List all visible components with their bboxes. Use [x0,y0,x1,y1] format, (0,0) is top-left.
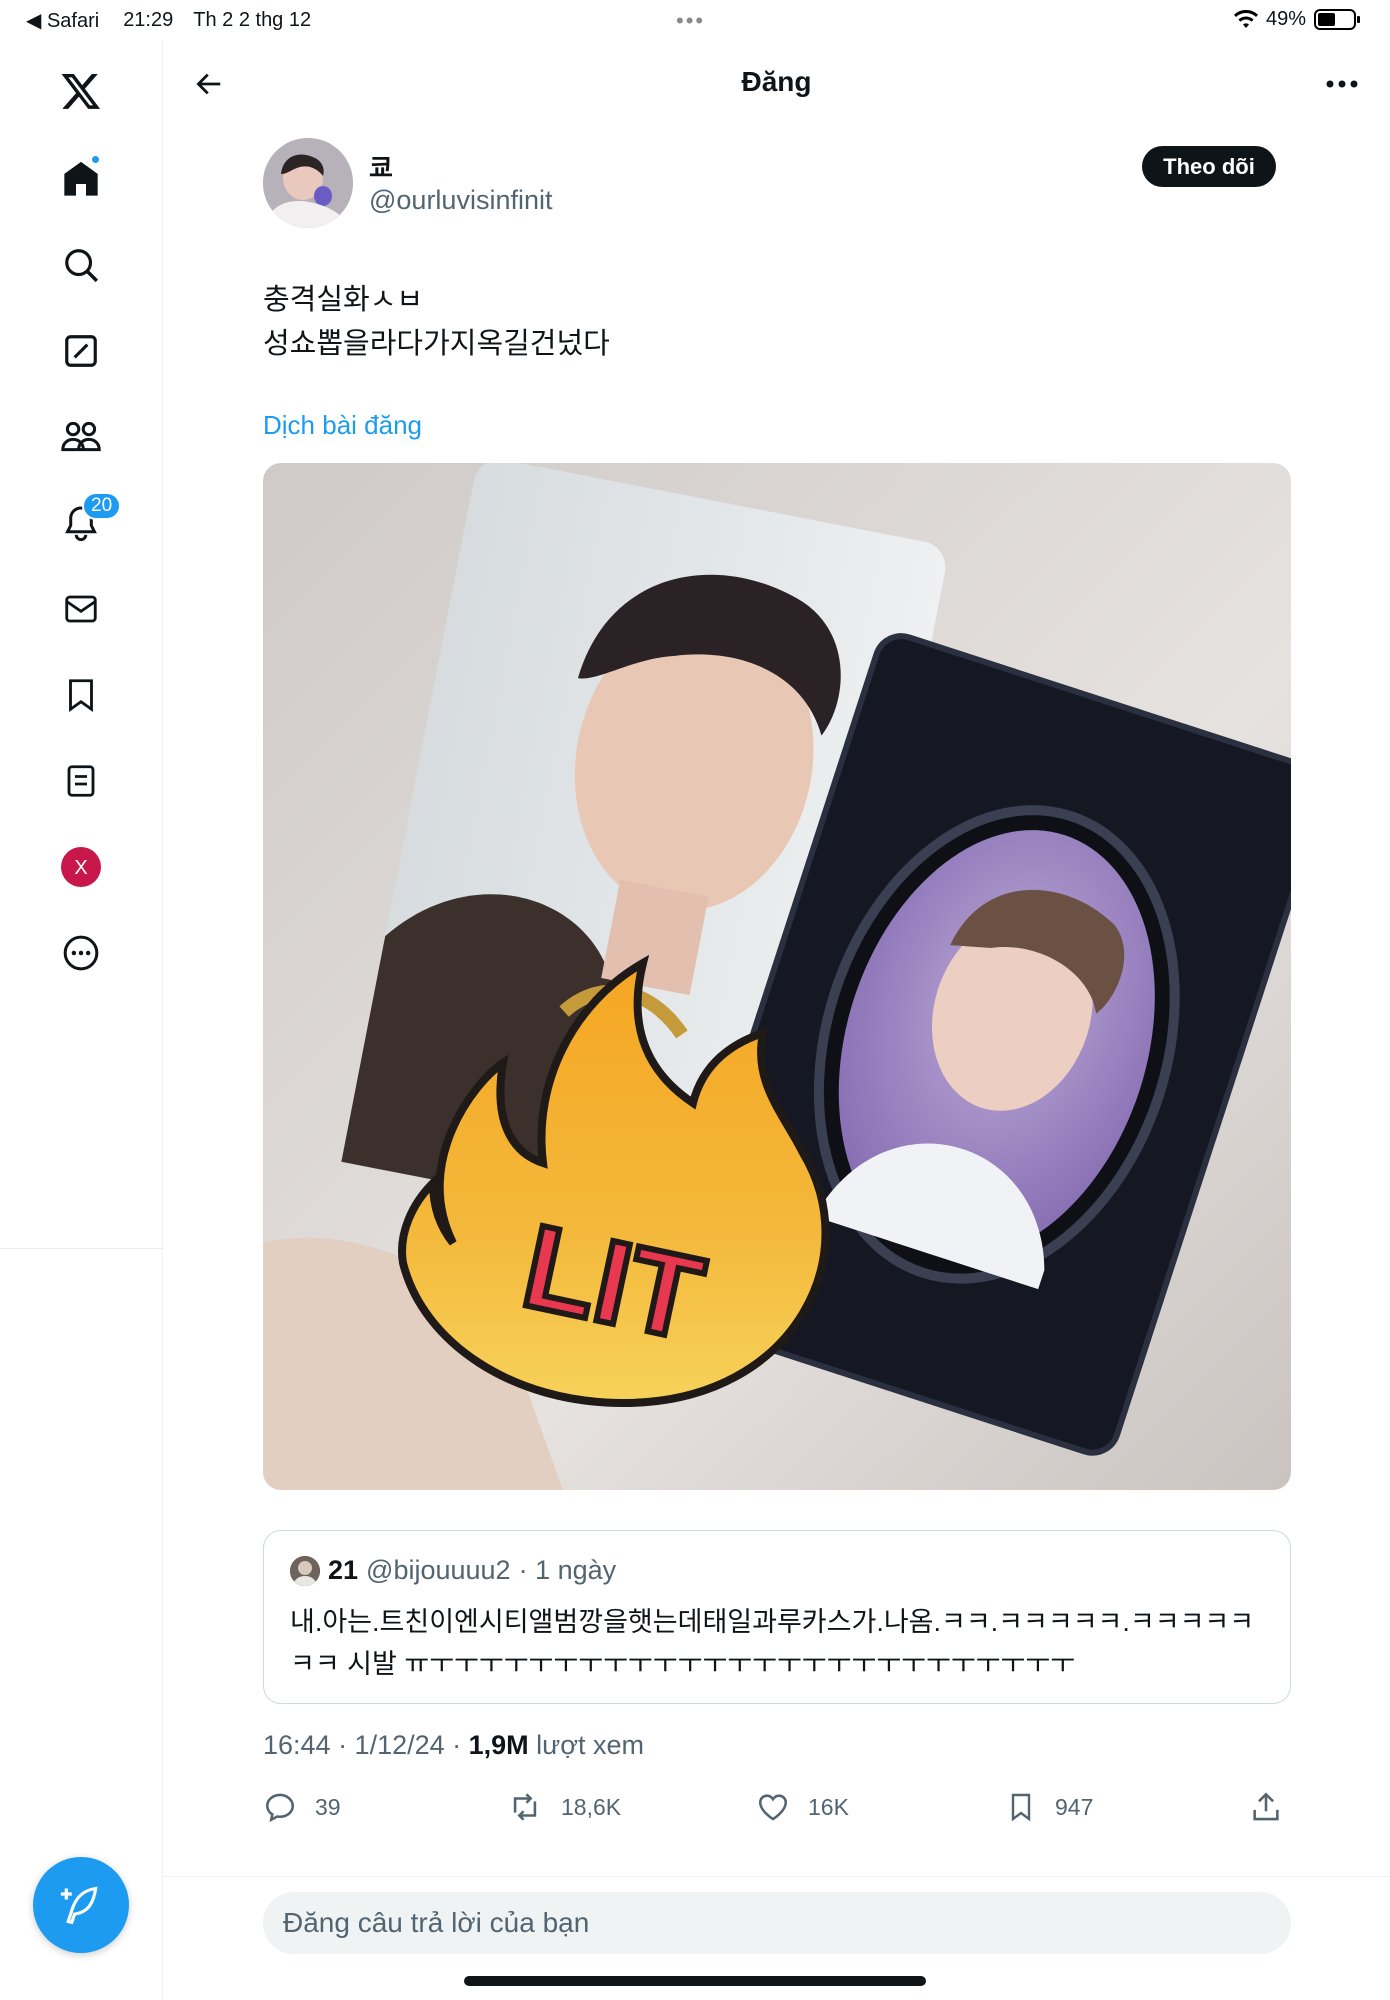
sidebar-item-lists[interactable] [50,750,112,812]
profile-avatar-letter: X [74,857,87,879]
profile-avatar: X [61,847,101,887]
battery-icon [1314,9,1360,30]
status-bar: ◀ Safari 21:29 Th 2 2 thg 12 ••• 49% [0,0,1390,40]
home-icon [64,161,98,196]
sidebar-item-grok[interactable] [50,320,112,382]
more-options-button[interactable] [1320,62,1364,106]
post-header: Đăng [163,40,1390,128]
sidebar-item-search[interactable] [50,234,112,296]
tweet-text: 충격실화ㅅㅂ 성쇼뽑을라다가지옥길건넜다 [263,284,610,360]
sidebar-item-bookmarks[interactable] [50,664,112,726]
like-count: 16K [808,1793,849,1820]
views-label: lượt xem [528,1730,644,1760]
feather-plus-icon [60,1886,98,1925]
sidebar-item-home[interactable] [50,148,112,210]
page-title: Đăng [741,66,812,97]
x-logo-icon[interactable] [50,60,112,122]
post-actions-bar: 39 18,6K 16K 947 [263,1790,1291,1834]
translate-post-link[interactable]: Dịch bài đăng [263,410,422,441]
heart-icon [758,1794,788,1821]
sidebar-divider [0,1248,163,1249]
new-content-dot [90,154,101,165]
sidebar-item-more[interactable] [50,922,112,984]
search-icon [65,249,99,283]
reply-divider [163,1876,1390,1877]
sidebar-item-notifications[interactable]: 20 [50,492,122,554]
post-timestamp: 16:44 · 1/12/24 · [263,1730,469,1760]
quoted-tweet[interactable]: 21 @bijouuuu2 · 1 ngày 내.아는.트친이엔시티앨범깡을햇는… [263,1530,1291,1704]
repost-count: 18,6K [561,1793,622,1820]
tweet-media-image[interactable]: LIT [263,463,1291,1490]
compose-post-button[interactable] [33,1857,129,1953]
sidebar-item-profile[interactable]: X [50,836,112,898]
share-button[interactable] [1249,1790,1283,1824]
sidebar-item-messages[interactable] [50,578,112,640]
home-indicator[interactable] [464,1976,926,1986]
like-button[interactable]: 16K [756,1790,849,1824]
bookmarks-icon [69,679,93,713]
messages-icon [65,595,97,623]
reply-input[interactable]: Đăng câu trả lời của bạn [263,1892,1291,1954]
views-count: 1,9M [468,1730,529,1760]
author-handle[interactable]: @ourluvisinfinit [369,185,552,216]
bookmark-icon [1011,1793,1031,1822]
repost-icon [513,1793,537,1821]
notification-count-badge: 20 [82,492,122,520]
share-icon [1253,1792,1279,1821]
quoted-author-avatar [290,1555,320,1586]
bookmark-count: 947 [1055,1793,1094,1820]
sidebar: 20 X [0,40,163,2000]
ellipsis-icon [1326,80,1358,88]
battery-percent: 49% [1265,8,1306,30]
author-name[interactable]: 쿄 [369,148,393,185]
quoted-tweet-text: 내.아는.트친이엔시티앨범깡을햇는데태일과루카스가.나옴.ㅋㅋ.ㅋㅋㅋㅋㅋ.ㅋㅋ… [290,1607,1255,1679]
more-icon [63,935,99,971]
bookmark-button[interactable]: 947 [1005,1790,1093,1824]
author-avatar[interactable] [263,138,353,228]
repost-button[interactable]: 18,6K [507,1790,621,1824]
sidebar-item-communities[interactable] [50,406,112,468]
reply-count: 39 [315,1793,341,1820]
reply-button[interactable]: 39 [263,1790,341,1824]
reply-icon [265,1793,295,1823]
back-to-app[interactable]: ◀ Safari [26,8,99,33]
status-time: 21:29 [123,9,174,31]
communities-icon [61,421,101,452]
grok-icon [65,335,97,367]
multitask-dots-icon[interactable]: ••• [676,8,705,34]
lists-icon [67,765,95,797]
quoted-author-name: 21 [328,1555,359,1585]
quoted-author-handle: @bijouuuu2 [366,1555,511,1585]
quoted-post-time: · 1 ngày [518,1555,617,1585]
follow-button[interactable]: Theo dõi [1142,146,1276,187]
status-date: Th 2 2 thg 12 [193,9,312,31]
wifi-icon [1233,9,1258,28]
post-timestamp-views: 16:44 · 1/12/24 · 1,9M lượt xem [263,1730,644,1761]
